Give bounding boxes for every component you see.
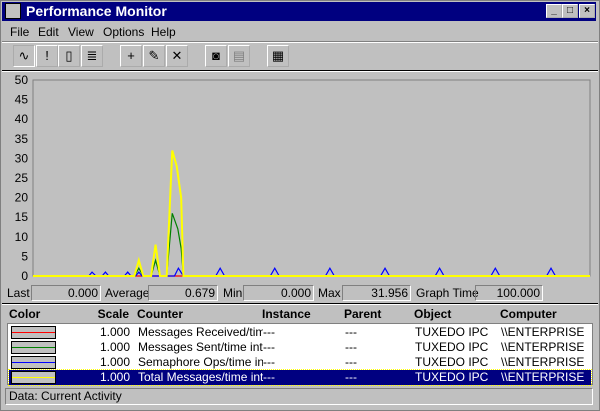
menu-view[interactable]: View [68,25,94,39]
add-counter-button[interactable]: + [120,45,142,67]
color-swatch [11,326,56,339]
max-value: 31.956 [342,285,411,301]
legend-row[interactable]: 1.000 Semaphore Ops/time inter --- --- T… [9,355,591,370]
y-tick-label: 20 [15,191,29,205]
min-label: Min [223,286,243,300]
y-tick-label: 10 [15,230,29,244]
legend-row[interactable]: 1.000 Messages Received/time --- --- TUX… [9,325,591,340]
maximize-button[interactable]: □ [562,4,578,18]
header-parent: Parent [344,307,382,321]
computer: \\ENTERPRISE [501,355,585,369]
scale: 1.000 [99,325,130,339]
divider [2,303,598,305]
alert-view-button[interactable]: ! [36,45,58,67]
camera-icon: ◙ [212,48,220,63]
instance: --- [263,325,275,339]
plus-icon: + [127,48,135,63]
options-icon: ▦ [271,48,285,63]
divider [2,41,598,43]
report-icon: ≣ [86,48,98,63]
plot-area [32,79,591,277]
chart: 0 5 10 15 20 25 30 35 40 45 50 [15,73,591,283]
update-now-button[interactable]: ◙ [205,45,227,67]
header-counter: Counter [137,307,183,321]
app-icon [5,3,21,19]
graph-time-value: 100.000 [475,285,543,301]
legend-row[interactable]: 1.000 Messages Sent/time interv --- --- … [9,340,591,355]
y-tick-label: 45 [15,93,29,107]
instance: --- [263,340,275,354]
chart-icon: ∿ [18,48,30,63]
edit-counter-button[interactable]: ✎ [143,45,165,67]
object: TUXEDO IPC [415,355,489,369]
instance: --- [263,355,275,369]
graph-time-label: Graph Time [416,286,479,300]
delete-x-icon: ✕ [171,48,183,63]
counter: Messages Sent/time interv [138,340,263,354]
scale: 1.000 [99,370,130,384]
title-bar: Performance Monitor _ □ × [2,2,596,21]
parent: --- [345,340,357,354]
header-color: Color [9,307,41,321]
counter: Semaphore Ops/time inter [138,355,263,369]
header-object: Object [414,307,452,321]
y-tick-label: 0 [21,269,28,283]
alert-icon: ! [45,48,49,63]
color-swatch [11,371,56,384]
chart-view-button[interactable]: ∿ [13,45,35,67]
menu-help[interactable]: Help [151,25,176,39]
object: TUXEDO IPC [415,340,489,354]
average-label: Average [105,286,150,300]
legend-list: 1.000 Messages Received/time --- --- TUX… [7,323,593,386]
counter: Messages Received/time [138,325,263,339]
last-label: Last [7,286,30,300]
legend-row-selected[interactable]: 1.000 Total Messages/time inter --- --- … [8,369,592,386]
instance: --- [263,370,275,384]
options-button[interactable]: ▦ [267,45,289,67]
menu-options[interactable]: Options [103,25,144,39]
y-tick-label: 35 [15,132,29,146]
menu-file[interactable]: File [10,25,29,39]
last-value: 0.000 [31,285,101,301]
y-tick-label: 40 [15,112,29,126]
edit-icon: ✎ [148,48,160,63]
color-swatch [11,341,56,354]
y-tick-label: 25 [15,171,29,185]
menu-edit[interactable]: Edit [38,25,59,39]
parent: --- [345,355,357,369]
bookmark-button[interactable]: ▤ [228,45,250,67]
scale: 1.000 [99,340,130,354]
min-value: 0.000 [243,285,314,301]
color-swatch [11,356,56,369]
max-label: Max [318,286,341,300]
parent: --- [345,325,357,339]
computer: \\ENTERPRISE [501,325,585,339]
computer: \\ENTERPRISE [501,340,585,354]
y-tick-label: 5 [21,249,28,263]
log-cylinder-icon: ▯ [65,48,73,63]
bookmark-icon: ▤ [232,48,246,63]
average-value: 0.679 [148,285,218,301]
delete-counter-button[interactable]: ✕ [166,45,188,67]
y-tick-label: 15 [15,210,29,224]
scale: 1.000 [99,355,130,369]
y-tick-label: 30 [15,151,29,165]
status-bar: Data: Current Activity [5,388,593,405]
header-computer: Computer [500,307,557,321]
parent: --- [345,370,357,384]
header-instance: Instance [262,307,311,321]
header-scale: Scale [97,307,129,321]
close-button[interactable]: × [579,4,595,18]
window-title: Performance Monitor [26,3,167,19]
minimize-button[interactable]: _ [546,4,562,18]
object: TUXEDO IPC [415,325,489,339]
report-view-button[interactable]: ≣ [81,45,103,67]
computer: \\ENTERPRISE [501,370,585,384]
counter: Total Messages/time inter [138,370,263,384]
log-view-button[interactable]: ▯ [58,45,80,67]
y-tick-label: 50 [15,73,29,87]
object: TUXEDO IPC [415,370,489,384]
